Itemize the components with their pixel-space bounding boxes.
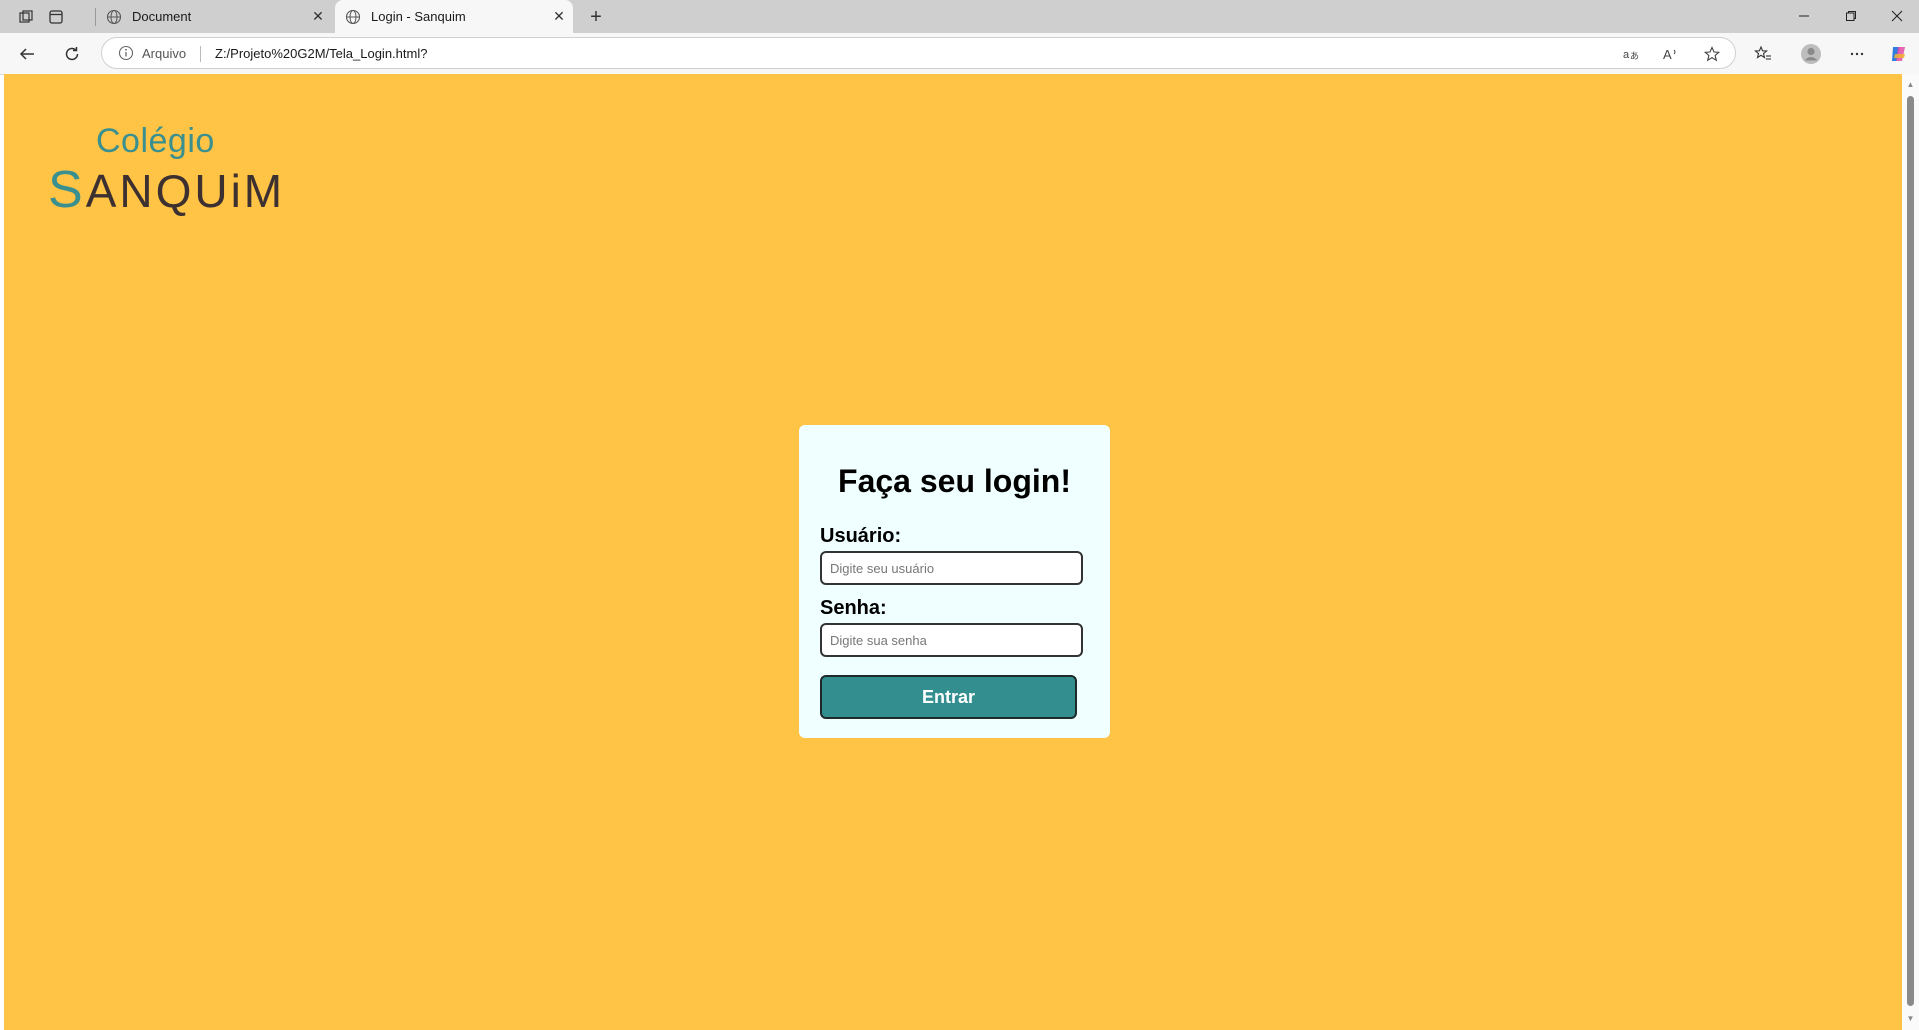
close-tab-icon[interactable]: ✕: [308, 7, 328, 27]
close-window-button[interactable]: [1875, 2, 1919, 30]
address-url[interactable]: Z:/Projeto%20G2M/Tela_Login.html?: [215, 46, 427, 61]
svg-text:あ: あ: [1630, 51, 1639, 62]
vertical-scrollbar[interactable]: ▲ ▼: [1902, 74, 1919, 1030]
page-viewport: Colégio SANQUiM Faça seu login! Usuário:…: [4, 74, 1902, 1030]
scroll-up-arrow-icon[interactable]: ▲: [1906, 80, 1915, 89]
browser-toolbar: Arquivo Z:/Projeto%20G2M/Tela_Login.html…: [0, 33, 1919, 75]
login-card: Faça seu login! Usuário: Senha: Entrar: [799, 425, 1110, 738]
address-bar[interactable]: Arquivo Z:/Projeto%20G2M/Tela_Login.html…: [101, 37, 1736, 69]
password-label: Senha:: [820, 597, 887, 619]
minimize-button[interactable]: [1782, 2, 1826, 30]
close-tab-icon[interactable]: ✕: [549, 7, 569, 27]
profile-avatar-icon[interactable]: [1799, 42, 1823, 66]
scroll-thumb[interactable]: [1907, 96, 1914, 1006]
username-label: Usuário:: [820, 525, 902, 547]
address-divider: [200, 46, 201, 62]
password-input[interactable]: [820, 623, 1083, 657]
scroll-down-arrow-icon[interactable]: ▼: [1906, 1014, 1915, 1023]
logo-top-text: Colégio: [96, 122, 215, 160]
site-info-label[interactable]: Arquivo: [142, 46, 186, 61]
workspaces-icon[interactable]: [14, 5, 38, 29]
back-button[interactable]: [15, 42, 39, 66]
username-input[interactable]: [820, 551, 1083, 585]
copilot-icon[interactable]: [1887, 42, 1911, 66]
restore-button[interactable]: [1829, 2, 1873, 30]
new-tab-button[interactable]: +: [584, 5, 608, 29]
tab-document[interactable]: Document ✕: [96, 0, 332, 33]
login-title: Faça seu login!: [838, 463, 1071, 499]
logo-rest-letters: ANQUiM: [85, 165, 286, 217]
info-icon[interactable]: [118, 45, 134, 61]
tab-login-sanquim[interactable]: Login - Sanquim ✕: [335, 0, 573, 33]
tab-actions-icon[interactable]: [44, 5, 68, 29]
globe-icon: [106, 9, 122, 24]
back-arrow-icon: [19, 48, 34, 60]
favorites-icon[interactable]: [1751, 42, 1775, 66]
svg-text:a: a: [1623, 49, 1630, 61]
enter-button[interactable]: Entrar: [820, 675, 1077, 719]
more-options-icon[interactable]: [1845, 42, 1869, 66]
globe-icon: [345, 9, 361, 24]
browser-tab-bar: Document ✕ Login - Sanquim ✕ +: [0, 0, 1919, 33]
reload-icon: [65, 47, 79, 61]
logo-bottom-text: SANQUiM: [48, 160, 285, 220]
reload-button[interactable]: [60, 42, 84, 66]
svg-text:A: A: [1663, 47, 1672, 62]
logo-s-letter: S: [48, 161, 86, 219]
colegio-sanquim-logo: Colégio SANQUiM: [48, 122, 282, 219]
read-aloud-icon[interactable]: A: [1661, 44, 1681, 64]
favorite-star-icon[interactable]: [1702, 44, 1722, 64]
tab-title: Document: [132, 9, 192, 24]
tab-title: Login - Sanquim: [371, 9, 466, 24]
translate-icon[interactable]: aあ: [1621, 44, 1641, 64]
